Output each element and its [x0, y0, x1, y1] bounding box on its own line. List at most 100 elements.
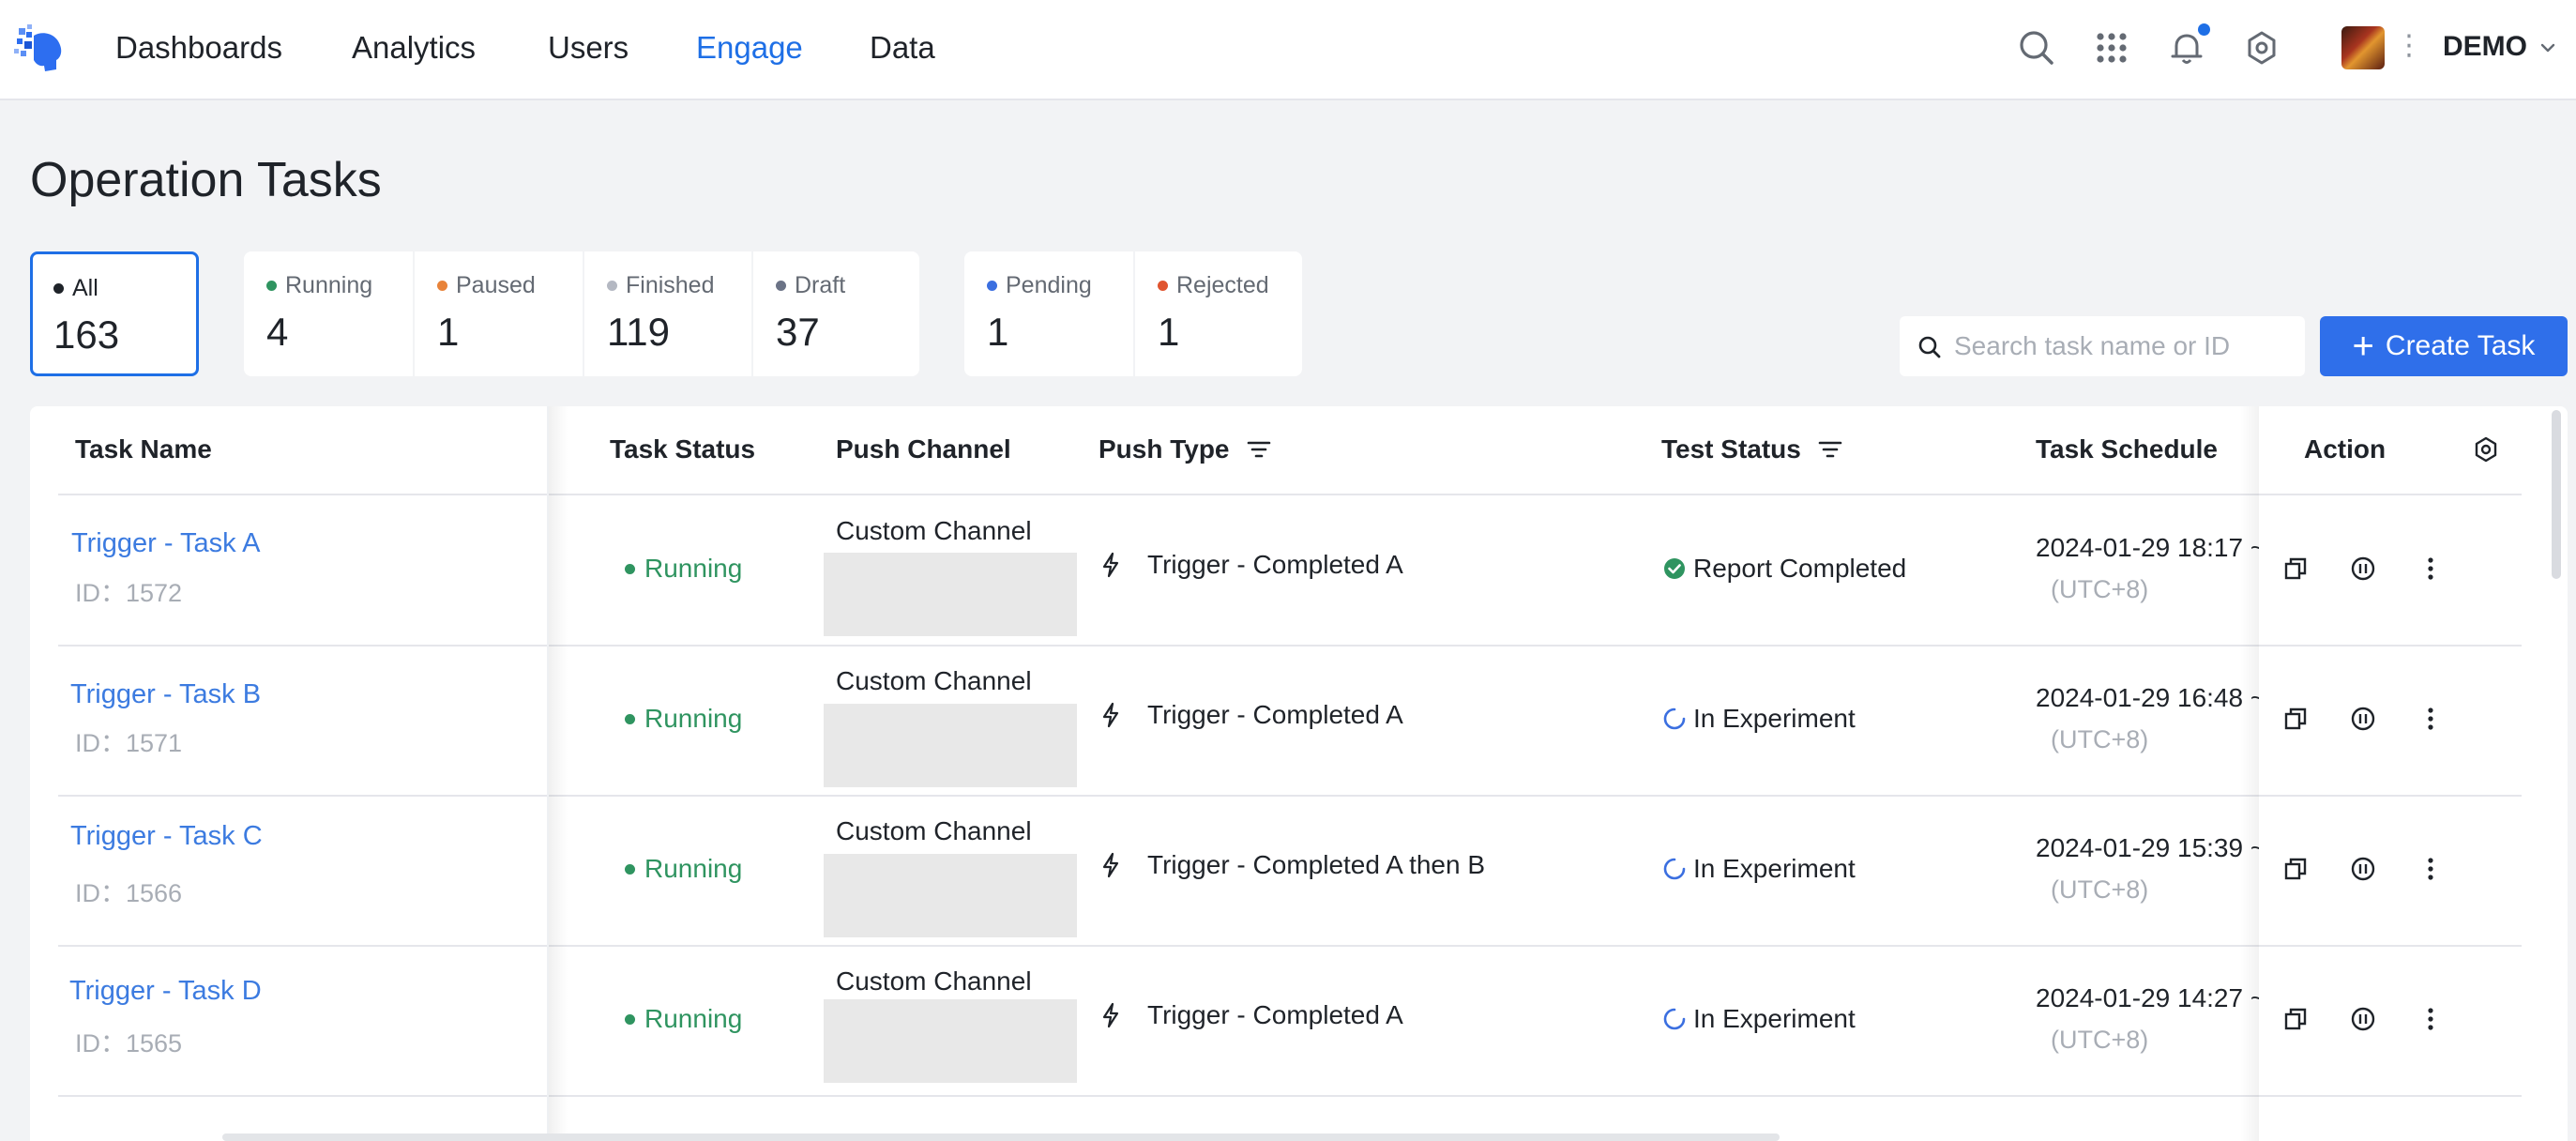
stat-label: Rejected	[1176, 272, 1269, 298]
page-title: Operation Tasks	[30, 153, 382, 207]
filter-icon[interactable]	[1816, 435, 1844, 464]
divider	[58, 945, 2520, 947]
task-id: ID：1571	[75, 729, 183, 757]
stat-label: Running	[285, 272, 373, 298]
gear-icon[interactable]	[2240, 26, 2283, 69]
status-dot	[987, 281, 997, 291]
task-name-link[interactable]: Trigger - Task C	[70, 821, 263, 852]
push-type-label: Trigger - Completed A	[1147, 550, 1403, 579]
stat-card-draft[interactable]: Draft 37	[753, 251, 921, 376]
nav-data[interactable]: Data	[870, 30, 935, 66]
more-icon[interactable]	[2417, 1005, 2445, 1033]
column-header-task-status: Task Status	[610, 434, 756, 464]
avatar[interactable]	[2341, 26, 2385, 69]
task-id: ID：1572	[75, 579, 183, 607]
status-dot	[625, 563, 635, 574]
task-status: Running	[625, 1004, 742, 1034]
task-status-label: Running	[644, 704, 743, 733]
channel-preview	[824, 999, 1077, 1083]
test-status-label: Report Completed	[1693, 554, 1907, 583]
stat-card-pending[interactable]: Pending 1	[964, 251, 1132, 376]
task-schedule-time: 2024-01-29 16:48 ~	[2036, 683, 2266, 712]
stat-card-finished[interactable]: Finished 119	[584, 251, 752, 376]
status-dot	[607, 281, 617, 291]
create-task-button[interactable]: + Create Task	[2320, 316, 2568, 376]
push-type-label: Trigger - Completed A then B	[1147, 850, 1486, 879]
status-dot	[625, 1013, 635, 1025]
stat-label: Draft	[795, 272, 846, 298]
task-status: Running	[625, 854, 742, 884]
push-type-label: Trigger - Completed A	[1147, 700, 1403, 729]
column-settings-icon[interactable]	[2471, 434, 2501, 464]
nav-analytics[interactable]: Analytics	[352, 30, 476, 66]
copy-icon[interactable]	[2281, 555, 2310, 583]
status-dot	[437, 281, 447, 291]
lightning-icon	[1102, 702, 1119, 728]
stat-value: 119	[607, 310, 670, 354]
stat-card-paused[interactable]: Paused 1	[415, 251, 583, 376]
apps-grid-icon[interactable]	[2090, 26, 2133, 69]
search-box	[1900, 316, 2305, 376]
task-status-label: Running	[644, 854, 743, 883]
task-name-link[interactable]: Trigger - Task A	[71, 528, 260, 559]
column-header-test-status: Test Status	[1661, 434, 1844, 464]
copy-icon[interactable]	[2281, 705, 2310, 733]
stat-card-running[interactable]: Running 4	[244, 251, 412, 376]
avatar-more-icon[interactable]: ⋮	[2395, 32, 2423, 60]
divider	[58, 494, 2520, 495]
search-input[interactable]	[1954, 316, 2292, 376]
push-type: Trigger - Completed A then B	[1100, 850, 1485, 880]
stat-label: All	[72, 275, 98, 301]
test-status: Report Completed	[1663, 554, 1906, 584]
search-icon[interactable]	[2015, 26, 2058, 69]
nav-users[interactable]: Users	[548, 30, 629, 66]
fixed-column-shadow	[2240, 406, 2259, 1141]
column-header-label: Push Type	[1099, 434, 1230, 464]
column-header-task-name: Task Name	[75, 434, 212, 464]
filter-icon[interactable]	[1245, 435, 1273, 464]
push-type-label: Trigger - Completed A	[1147, 1000, 1403, 1029]
horizontal-scrollbar[interactable]	[222, 1133, 1780, 1141]
pause-icon[interactable]	[2349, 1005, 2377, 1033]
more-icon[interactable]	[2417, 555, 2445, 583]
divider	[58, 645, 2520, 647]
channel-preview	[824, 854, 1077, 937]
stat-card-all[interactable]: All 163	[30, 251, 199, 376]
org-switcher-label[interactable]: DEMO	[2443, 31, 2527, 63]
copy-icon[interactable]	[2281, 855, 2310, 883]
pause-icon[interactable]	[2349, 705, 2377, 733]
divider	[2259, 494, 2522, 495]
channel-preview	[824, 704, 1077, 787]
more-icon[interactable]	[2417, 705, 2445, 733]
test-status-label: In Experiment	[1693, 1004, 1856, 1033]
check-circle-icon	[1664, 558, 1685, 579]
search-icon	[1918, 336, 1941, 358]
push-channel-label: Custom Channel	[836, 666, 1032, 695]
stat-card-rejected[interactable]: Rejected 1	[1135, 251, 1303, 376]
stat-value: 4	[266, 310, 289, 354]
task-status-label: Running	[644, 1004, 743, 1033]
fixed-column-shadow	[549, 406, 568, 1141]
stat-label: Paused	[456, 272, 536, 298]
column-header-task-schedule: Task Schedule	[2036, 434, 2219, 464]
stat-label: Finished	[626, 272, 715, 298]
task-name-link[interactable]: Trigger - Task D	[69, 976, 262, 1007]
nav-dashboards[interactable]: Dashboards	[115, 30, 282, 66]
logo-icon[interactable]	[13, 23, 68, 77]
pause-icon[interactable]	[2349, 555, 2377, 583]
stat-value: 37	[776, 310, 820, 354]
loading-icon	[1663, 858, 1686, 880]
top-nav-bar: Dashboards Analytics Users Engage Data ⋮…	[0, 0, 2576, 100]
pause-icon[interactable]	[2349, 855, 2377, 883]
task-name-link[interactable]: Trigger - Task B	[70, 679, 261, 710]
chevron-down-icon[interactable]	[2538, 38, 2558, 58]
test-status: In Experiment	[1663, 1004, 1856, 1034]
task-status: Running	[625, 554, 742, 584]
test-status: In Experiment	[1663, 704, 1856, 734]
copy-icon[interactable]	[2281, 1005, 2310, 1033]
more-icon[interactable]	[2417, 855, 2445, 883]
vertical-scrollbar[interactable]	[2552, 410, 2561, 579]
stat-value: 163	[53, 312, 120, 357]
nav-engage[interactable]: Engage	[696, 30, 803, 66]
task-schedule-time: 2024-01-29 14:27 ~	[2036, 983, 2266, 1012]
